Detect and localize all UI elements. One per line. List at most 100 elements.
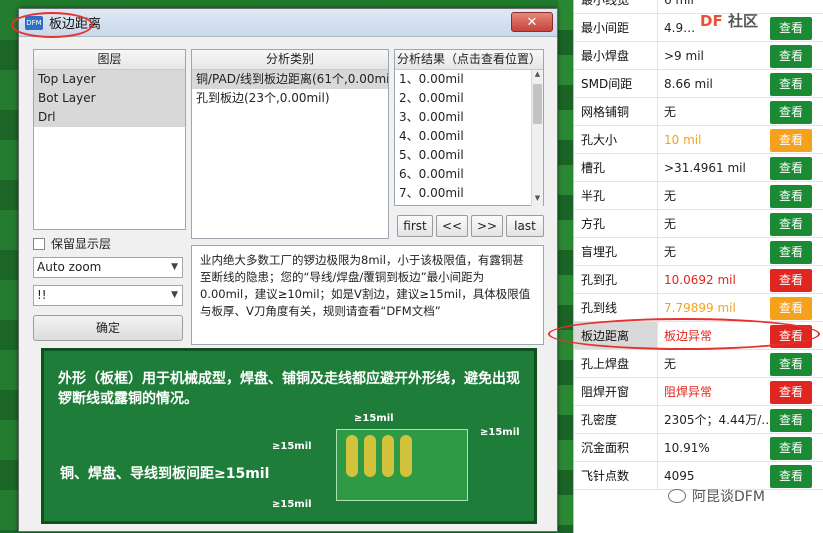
row-value: 2305个；4.44万/… <box>664 413 768 427</box>
watermark-author: 阿昆谈DFM <box>668 486 765 506</box>
row-label: 飞针点数 <box>574 462 658 489</box>
checklist-row: 盲埋孔无 查看 <box>574 238 823 266</box>
layers-header: 图层 <box>34 50 185 70</box>
zoom-select-value: Auto zoom <box>37 260 102 274</box>
result-item[interactable]: 5、0.00mil <box>395 146 543 165</box>
ok-button[interactable]: 确定 <box>33 315 183 341</box>
dfm-checklist: 最小线宽 6 mil 最小间距4.9…查看最小焊盘 >9 mil 查看 SMD间距 8.… <box>573 0 823 533</box>
result-item[interactable]: 6、0.00mil <box>395 165 543 184</box>
result-item[interactable]: 2、0.00mil <box>395 89 543 108</box>
description-text: 业内绝大多数工厂的锣边极限为8mil，小于该极限值，有露铜甚至断线的隐患；您的“… <box>191 245 544 345</box>
checklist-row: 最小焊盘 >9 mil 查看 <box>574 42 823 70</box>
checklist-row: 槽孔 >31.4961 mil 查看 <box>574 154 823 182</box>
pad-graphic <box>382 435 394 477</box>
row-label: 孔密度 <box>574 406 658 433</box>
row-value: 4095 <box>664 468 695 483</box>
result-item[interactable]: 7、0.00mil <box>395 184 543 203</box>
row-label: 孔到线 <box>574 294 658 321</box>
row-value: 阻焊异常 <box>664 385 713 399</box>
row-label: 方孔 <box>574 210 658 237</box>
view-button[interactable]: 查看 <box>770 213 812 236</box>
board-edge-dialog: DFM 板边距离 ✕ 图层 Top Layer Bot Layer Drl 分析… <box>11 8 558 532</box>
zoom-select[interactable]: Auto zoom ▼ <box>33 257 183 278</box>
view-button[interactable]: 查看 <box>770 353 812 376</box>
layer-item[interactable]: Bot Layer <box>34 89 185 108</box>
view-button[interactable]: 查看 <box>770 73 812 96</box>
pad-graphic <box>364 435 376 477</box>
secondary-select[interactable]: !! ▼ <box>33 285 183 306</box>
view-button[interactable]: 查看 <box>770 381 812 404</box>
close-button[interactable]: ✕ <box>511 12 553 32</box>
chevron-down-icon: ▼ <box>171 290 178 300</box>
row-label: 最小间距 <box>574 14 658 41</box>
chevron-down-icon: ▼ <box>171 262 178 272</box>
row-value: 无 <box>664 105 677 119</box>
layer-item[interactable]: Drl <box>34 108 185 127</box>
row-label: 网格铺铜 <box>574 98 658 125</box>
checklist-row: 最小间距 4.9… 查看 <box>574 14 823 42</box>
keep-display-label: 保留显示层 <box>51 237 112 251</box>
first-button[interactable]: first <box>397 215 433 237</box>
category-item[interactable]: 铜/PAD/线到板边距离(61个,0.00mil) <box>192 70 388 89</box>
view-button[interactable]: 查看 <box>770 437 812 460</box>
view-button[interactable]: 查看 <box>770 297 812 320</box>
row-label: 孔大小 <box>574 126 658 153</box>
wechat-icon <box>668 489 686 503</box>
results-panel: 分析结果（点击查看位置） 1、0.00mil 2、0.00mil 3、0.00m… <box>394 49 544 206</box>
view-button[interactable]: 查看 <box>770 129 812 152</box>
illustration-rule: 铜、焊盘、导线到板间距≥15mil <box>60 466 270 482</box>
row-label: 盲埋孔 <box>574 238 658 265</box>
row-value: 无 <box>664 245 677 259</box>
scroll-up-arrow-icon[interactable]: ▲ <box>532 70 543 82</box>
row-value: 无 <box>664 357 677 371</box>
next-button[interactable]: >> <box>471 215 503 237</box>
layer-item[interactable]: Top Layer <box>34 70 185 89</box>
prev-button[interactable]: << <box>436 215 468 237</box>
row-label: 阻焊开窗 <box>574 378 658 405</box>
view-button[interactable]: 查看 <box>770 269 812 292</box>
checklist-row: 最小线宽 6 mil <box>574 0 823 14</box>
view-button[interactable]: 查看 <box>770 241 812 264</box>
dialog-titlebar[interactable]: DFM 板边距离 ✕ <box>11 9 557 38</box>
pcb-left-edge <box>0 0 20 533</box>
view-button[interactable]: 查看 <box>770 157 812 180</box>
results-header: 分析结果（点击查看位置） <box>395 50 543 70</box>
watermark-author-text: 阿昆谈DFM <box>692 489 765 505</box>
watermark-brand: DF 社区 <box>700 10 758 31</box>
row-label: 最小线宽 <box>574 0 658 13</box>
view-button[interactable]: 查看 <box>770 185 812 208</box>
row-label: 沉金面积 <box>574 434 658 461</box>
row-label: 孔上焊盘 <box>574 350 658 377</box>
view-button[interactable]: 查看 <box>770 101 812 124</box>
results-list: 1、0.00mil 2、0.00mil 3、0.00mil 4、0.00mil … <box>395 70 543 204</box>
keep-display-row[interactable]: 保留显示层 <box>33 235 111 252</box>
view-button[interactable]: 查看 <box>770 17 812 40</box>
dimension-label: ≥15mil <box>354 413 394 424</box>
watermark-suffix: 社区 <box>727 12 758 30</box>
row-value: >31.4961 mil <box>664 160 746 175</box>
scroll-thumb[interactable] <box>533 84 542 124</box>
keep-display-checkbox[interactable] <box>33 237 45 250</box>
row-value: >9 mil <box>664 48 704 63</box>
row-label: 最小焊盘 <box>574 42 658 69</box>
layers-panel: 图层 Top Layer Bot Layer Drl <box>33 49 186 230</box>
view-button[interactable]: 查看 <box>770 409 812 432</box>
row-value: 7.79899 mil <box>664 300 736 315</box>
checklist-row: 阻焊开窗 阻焊异常 查看 <box>574 378 823 406</box>
pad-graphic <box>346 435 358 477</box>
result-item[interactable]: 4、0.00mil <box>395 127 543 146</box>
result-item[interactable]: 3、0.00mil <box>395 108 543 127</box>
results-scrollbar[interactable]: ▲ ▼ <box>531 70 543 206</box>
checklist-row: 网格铺铜无 查看 <box>574 98 823 126</box>
scroll-down-arrow-icon[interactable]: ▼ <box>532 194 543 206</box>
result-item[interactable]: 1、0.00mil <box>395 70 543 89</box>
last-button[interactable]: last <box>506 215 544 237</box>
board-edge-highlight-ring <box>548 318 820 350</box>
row-value: 8.66 mil <box>664 76 713 91</box>
row-value: 10.91% <box>664 440 710 455</box>
view-button[interactable]: 查看 <box>770 465 812 488</box>
checklist-row: 沉金面积 10.91% 查看 <box>574 434 823 462</box>
category-item[interactable]: 孔到板边(23个,0.00mil) <box>192 89 388 108</box>
view-button[interactable]: 查看 <box>770 45 812 68</box>
checklist-row: 孔密度 2305个；4.44万/… 查看 <box>574 406 823 434</box>
